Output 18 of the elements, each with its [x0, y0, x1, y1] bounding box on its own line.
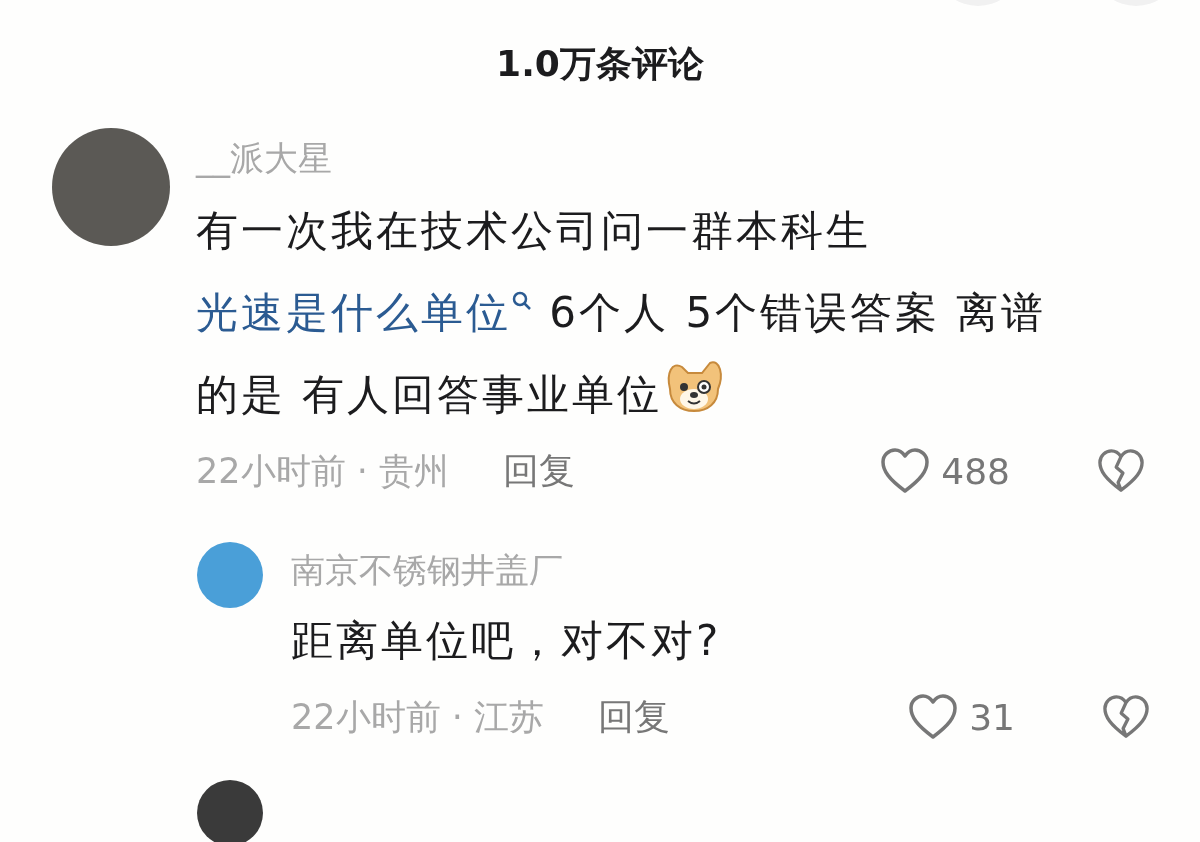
broken-heart-icon[interactable]	[1101, 694, 1151, 740]
broken-heart-icon[interactable]	[1096, 448, 1146, 494]
heart-icon[interactable]	[907, 693, 960, 741]
avatar[interactable]	[197, 780, 263, 842]
comment-count-title: 1.0万条评论	[495, 42, 705, 86]
search-icon	[511, 290, 533, 312]
comment-text: 有一次我在技术公司问一群本科生 光速是什么单位 6个人 5个错误答案 离谱的是 有人回答事业单位	[196, 205, 1048, 421]
user-name[interactable]: 南京不锈钢井盖厂	[291, 548, 1151, 592]
reply-button[interactable]: 回复	[502, 446, 575, 496]
comment-time: 22小时前 · 贵州	[196, 449, 449, 493]
like-count: 488	[941, 450, 1010, 492]
user-name[interactable]: __派大星	[196, 136, 1146, 180]
reply-button[interactable]: 回复	[597, 692, 670, 742]
comment-text: 距离单位吧，对不对?	[291, 615, 723, 667]
heart-icon[interactable]	[879, 447, 932, 495]
like-count: 31	[969, 696, 1015, 738]
comment-time: 22小时前 · 江苏	[291, 695, 544, 739]
search-link[interactable]: 光速是什么单位	[196, 288, 533, 337]
